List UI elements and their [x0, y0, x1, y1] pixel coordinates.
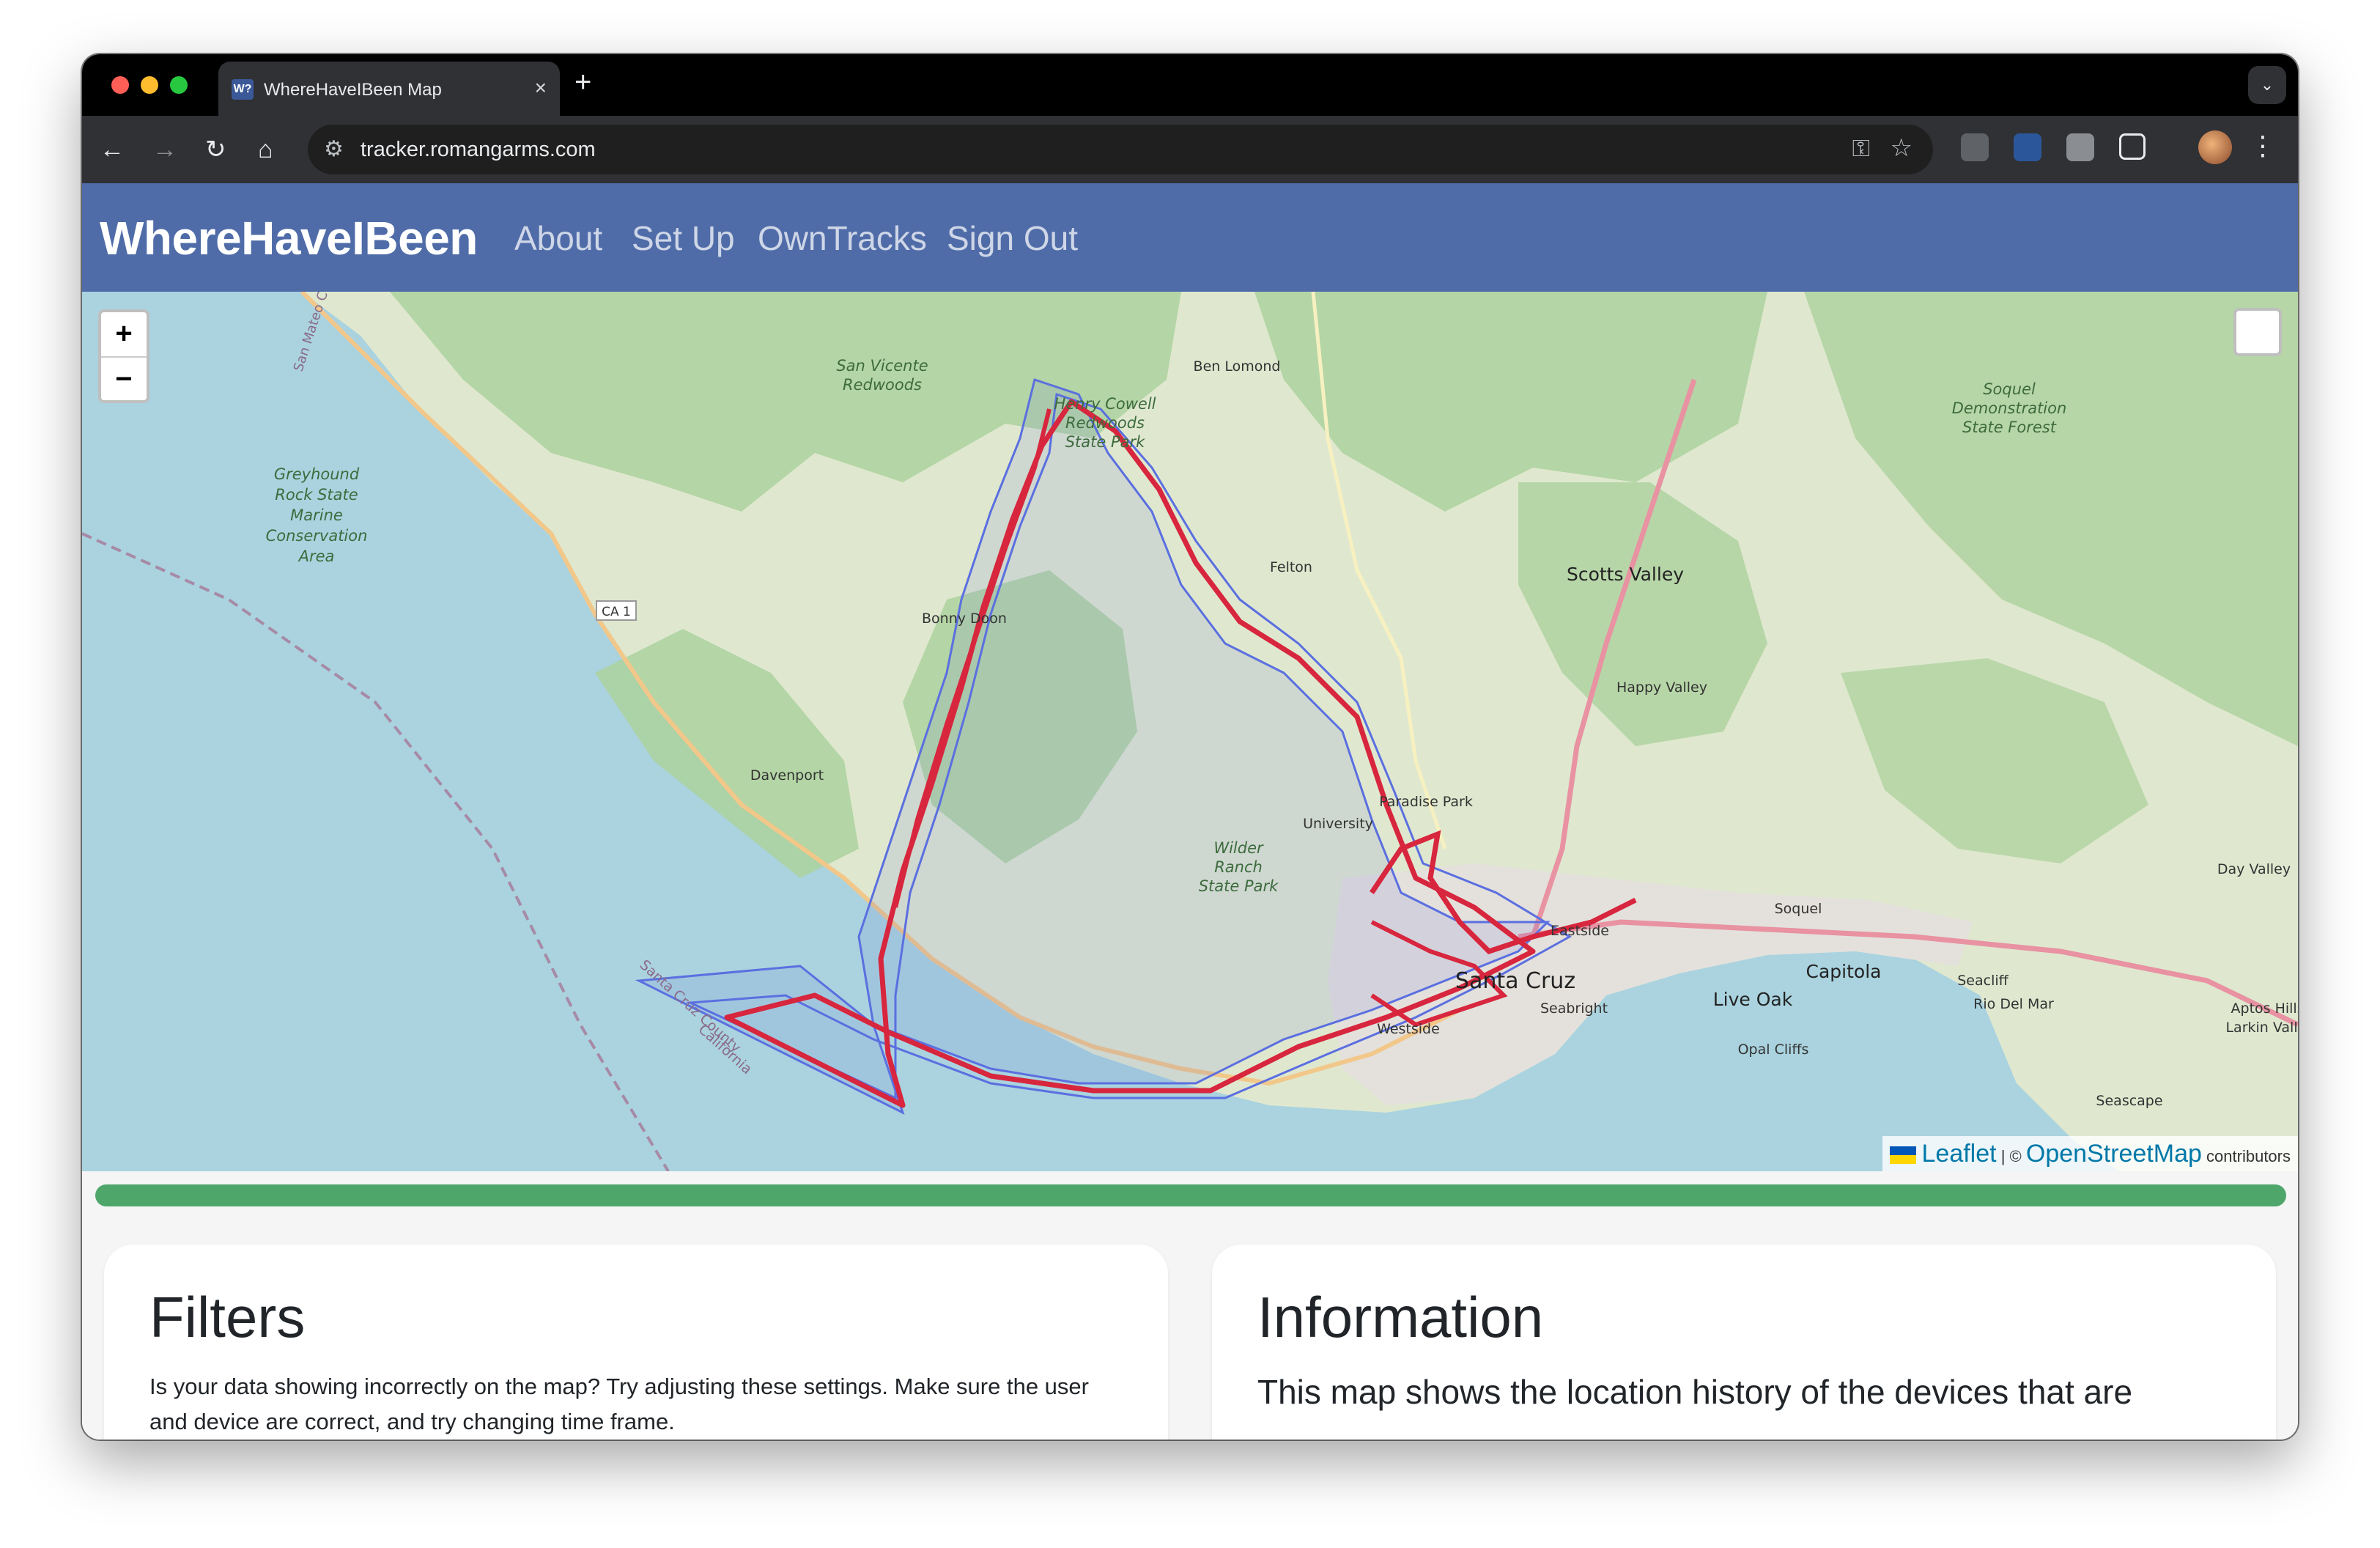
tab-close-icon[interactable]: ×: [535, 76, 547, 100]
new-tab-button[interactable]: +: [574, 66, 591, 99]
map-tiles[interactable]: San Vicente Redwoods Henry Cowell Redwoo…: [82, 292, 2298, 1171]
ukraine-flag-icon: [1889, 1146, 1916, 1164]
county-border: [82, 532, 670, 1171]
map-label: Scotts Valley: [1567, 564, 1684, 585]
nav-link-owntracks[interactable]: OwnTracks: [758, 218, 927, 258]
zoom-out-button[interactable]: −: [101, 358, 147, 400]
site-favicon-icon: W?: [232, 79, 254, 100]
reload-icon[interactable]: ↻: [205, 133, 226, 166]
tab-search-chevron-icon[interactable]: ⌄: [2248, 66, 2286, 104]
browser-window: W? WhereHaveIBeen Map × + ⌄ ← → ↻ ⌂ ⚙ tr…: [82, 54, 2298, 1440]
back-arrow-icon[interactable]: ←: [100, 133, 125, 166]
map-label: Capitola: [1806, 961, 1882, 982]
password-key-icon[interactable]: ⚿: [1852, 135, 1870, 163]
map-label: Area: [298, 548, 335, 565]
information-description: This map shows the location history of t…: [1257, 1373, 2133, 1411]
map-label: Conservation: [266, 527, 368, 545]
map-label: Santa Cruz: [1455, 968, 1575, 994]
site-info-icon[interactable]: ⚙: [324, 136, 344, 162]
map-label: Davenport: [750, 767, 824, 784]
leaflet-link[interactable]: Leaflet: [1922, 1140, 1997, 1168]
loading-progress-bar: [95, 1184, 2286, 1206]
map-label: Day Valley: [2217, 861, 2291, 877]
information-card: Information This map shows the location …: [1212, 1245, 2276, 1440]
attribution-contributors: contributors: [2206, 1147, 2291, 1165]
map-label: Rio Del Mar: [1973, 996, 2054, 1012]
nav-link-set-up[interactable]: Set Up: [632, 218, 735, 258]
filters-title: Filters: [149, 1285, 306, 1349]
minimize-window-button[interactable]: [141, 76, 158, 94]
map-label: San Vicente: [836, 357, 928, 375]
map-label: Eastside: [1551, 923, 1609, 939]
password-manager-extension-icon[interactable]: [2014, 133, 2041, 161]
map-label: Greyhound: [274, 465, 360, 483]
information-title: Information: [1257, 1285, 1544, 1349]
home-icon[interactable]: ⌂: [258, 133, 273, 166]
map-label: Henry Cowell: [1054, 395, 1156, 413]
browser-menu-icon[interactable]: ⋮: [2250, 130, 2276, 161]
map-label: University: [1303, 816, 1373, 832]
map-label: Live Oak: [1713, 989, 1793, 1010]
map-label: Opal Cliffs: [1738, 1042, 1809, 1058]
map-label: Bonny Doon: [922, 611, 1007, 627]
maximize-window-button[interactable]: [170, 76, 188, 94]
tab-strip: W? WhereHaveIBeen Map × + ⌄: [82, 54, 2298, 116]
map-label: Soquel: [1775, 901, 1822, 917]
map-label: State Forest: [1962, 419, 2057, 436]
map-label: Rock State: [275, 486, 358, 504]
map-label: Soquel: [1983, 380, 2036, 398]
address-bar[interactable]: ⚙ tracker.romangarms.com ⚿ ☆: [308, 125, 1933, 174]
map-label: Ben Lomond: [1194, 358, 1281, 375]
map-label: State Park: [1065, 433, 1145, 451]
map-label: Marine: [290, 506, 343, 524]
map-attribution: Leaflet | © OpenStreetMap contributors: [1882, 1136, 2298, 1171]
map-label: Redwoods: [843, 376, 922, 394]
map-label: Paradise Park: [1379, 794, 1473, 810]
map-view[interactable]: San Vicente Redwoods Henry Cowell Redwoo…: [82, 292, 2298, 1171]
map-label: Redwoods: [1065, 414, 1145, 432]
openstreetmap-link[interactable]: OpenStreetMap: [2026, 1140, 2202, 1168]
map-label: Larkin Valley: [2225, 1020, 2298, 1036]
layers-control-button[interactable]: [2233, 308, 2282, 356]
url-text[interactable]: tracker.romangarms.com: [361, 138, 596, 162]
map-label: Demonstration: [1952, 399, 2067, 417]
nav-link-sign-out[interactable]: Sign Out: [947, 218, 1078, 258]
map-label: Happy Valley: [1616, 679, 1707, 696]
notes-extension-icon[interactable]: [2066, 133, 2094, 161]
web-page: WhereHaveIBeen About Set Up OwnTracks Si…: [82, 183, 2298, 1440]
nav-link-about[interactable]: About: [514, 218, 602, 258]
bookmark-star-icon[interactable]: ☆: [1891, 133, 1912, 163]
profile-avatar[interactable]: [2198, 130, 2232, 164]
map-label: Westside: [1377, 1021, 1440, 1037]
browser-tab[interactable]: W? WhereHaveIBeen Map ×: [218, 62, 560, 116]
tab-title: WhereHaveIBeen Map: [264, 80, 442, 100]
filters-card: Filters Is your data showing incorrectly…: [104, 1245, 1168, 1440]
extensions-puzzle-icon[interactable]: [2119, 133, 2146, 160]
map-label: Ranch: [1214, 858, 1263, 876]
map-label: Felton: [1270, 559, 1312, 575]
browser-toolbar: ← → ↻ ⌂ ⚙ tracker.romangarms.com ⚿ ☆ ⋮: [82, 116, 2298, 183]
map-label: Wilder: [1213, 839, 1264, 857]
map-label: Seascape: [2096, 1093, 2162, 1109]
map-label: State Park: [1199, 877, 1279, 895]
filters-description: Is your data showing incorrectly on the …: [149, 1374, 1089, 1434]
site-navbar: WhereHaveIBeen About Set Up OwnTracks Si…: [82, 183, 2298, 292]
attribution-separator: | ©: [2000, 1147, 2022, 1165]
map-label: CA 1: [602, 605, 631, 619]
map-label: Seacliff: [1957, 973, 2008, 989]
shield-extension-icon[interactable]: [1961, 133, 1989, 161]
forward-arrow-icon[interactable]: →: [152, 133, 177, 166]
map-label: Seabright: [1540, 1000, 1608, 1017]
map-label: Aptos Hills-: [2231, 1000, 2298, 1017]
zoom-in-button[interactable]: +: [101, 312, 147, 358]
close-window-button[interactable]: [111, 76, 129, 94]
site-brand[interactable]: WhereHaveIBeen: [100, 211, 478, 265]
zoom-control: + −: [98, 309, 149, 403]
